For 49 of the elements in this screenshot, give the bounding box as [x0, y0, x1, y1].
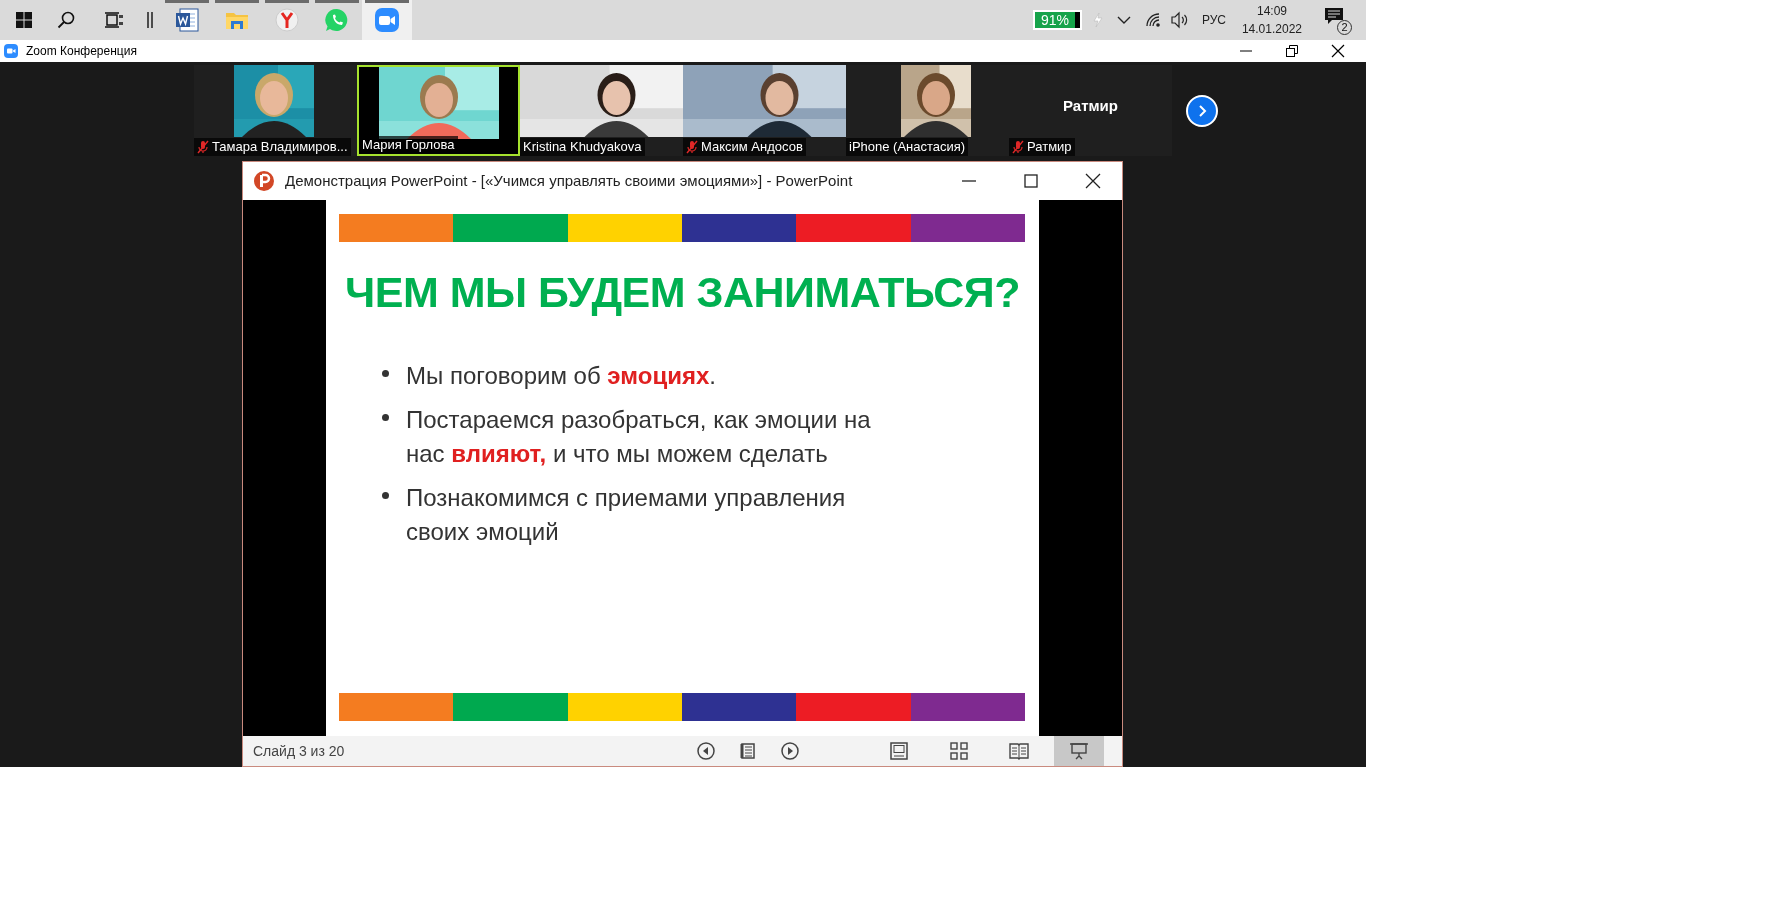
next-icon[interactable] — [780, 741, 800, 761]
participant-name: Мария Горлова — [362, 136, 455, 154]
projector-screen-view-button[interactable] — [1054, 736, 1104, 766]
wifi-icon[interactable] — [1143, 11, 1162, 29]
open-book-icon — [1008, 740, 1030, 762]
clock-date[interactable]: 14.01.2022 — [1241, 20, 1302, 38]
participant-name: Kristina Khudyakova — [523, 138, 642, 156]
windows-start-icon[interactable] — [15, 11, 33, 29]
projector-screen-icon — [1068, 740, 1090, 762]
notification-icon[interactable] — [1324, 7, 1344, 25]
participant-name: Ратмир — [1062, 96, 1119, 116]
word-icon — [174, 7, 200, 33]
browser-icon — [274, 7, 300, 33]
bullet-text: Мы поговорим об эмоциях. — [406, 360, 717, 391]
participant-name: iPhone (Анастасия) — [849, 138, 966, 156]
slide-title: ЧЕМ МЫ БУДЕМ ЗАНИМАТЬСЯ? — [344, 267, 1021, 318]
search-icon[interactable] — [56, 10, 76, 30]
task-view-icon[interactable] — [104, 10, 124, 30]
bullet-text: Постараемся разобраться, как эмоции на нас влияют, и что мы можем сделать — [406, 404, 872, 469]
bullet-icon — [382, 369, 389, 377]
next-page-button[interactable] — [1186, 94, 1218, 127]
language-indicator[interactable]: РУС — [1201, 11, 1226, 29]
bullet-text: Познакомимся с приемами управления своих эмоций — [406, 482, 847, 547]
clock-time[interactable]: 14:09 — [1256, 2, 1287, 20]
video-camera-icon — [374, 7, 400, 33]
grid-icon — [948, 740, 970, 762]
bullet-icon — [382, 491, 389, 499]
participant-tile[interactable]: Мария Горлова — [357, 65, 520, 156]
participant-name: Ратмир — [1027, 138, 1072, 156]
previous-icon[interactable] — [696, 741, 716, 761]
normal-view-icon — [888, 740, 910, 762]
battery-indicator: 91% — [1032, 10, 1082, 30]
participant-name: Максим Андосов — [701, 138, 803, 156]
speaker-icon[interactable] — [1169, 11, 1190, 29]
taskbar-app[interactable] — [362, 0, 412, 40]
participant-tile[interactable]: Kristina Khudyakova — [520, 65, 683, 156]
notes-icon[interactable] — [738, 741, 758, 761]
charging-icon — [1091, 12, 1104, 28]
powerpoint-logo-icon — [253, 170, 275, 192]
zoom-logo-icon — [4, 44, 18, 58]
bullet-icon — [382, 413, 389, 421]
chat-bubble-icon — [324, 7, 350, 33]
notification-count: 2 — [1337, 20, 1352, 35]
participant-name: Тамара Владимиров... — [212, 138, 348, 156]
toolbar-grip-icon[interactable] — [146, 11, 154, 29]
participant-tile[interactable]: Максим Андосов — [683, 65, 846, 156]
window-title: Демонстрация PowerPoint - [«Учимся управлять своими эмоциями»] - PowerPoint — [285, 170, 853, 191]
slide-counter: Слайд 3 из 20 — [253, 741, 345, 761]
window-title: Zoom Конференция — [26, 43, 137, 60]
